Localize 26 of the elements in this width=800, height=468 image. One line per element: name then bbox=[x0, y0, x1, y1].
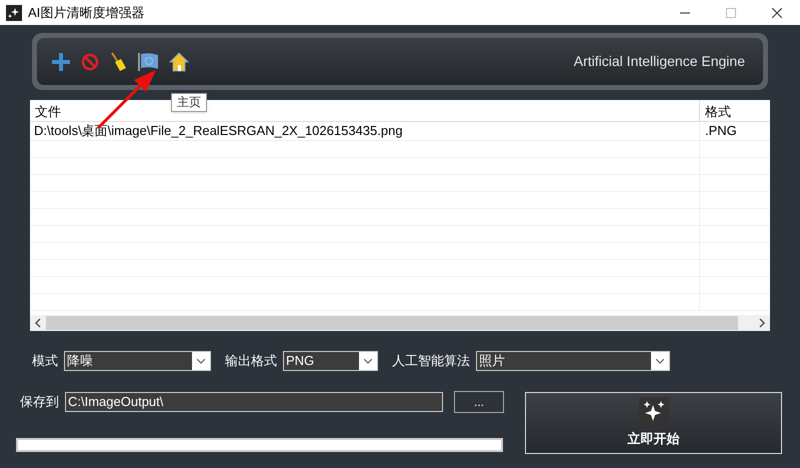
column-header[interactable]: 格式 bbox=[700, 100, 770, 121]
home-icon[interactable] bbox=[169, 52, 189, 72]
app-icon bbox=[6, 4, 22, 20]
option-label: 人工智能算法 bbox=[392, 352, 470, 370]
scrollbar-thumb[interactable] bbox=[46, 316, 738, 330]
flag-icon[interactable] bbox=[137, 52, 159, 72]
dropdown[interactable]: PNG bbox=[283, 351, 378, 371]
option-label: 输出格式 bbox=[225, 352, 277, 370]
dropdown[interactable]: 照片 bbox=[476, 351, 670, 371]
dropdown[interactable]: 降噪 bbox=[64, 351, 211, 371]
chevron-down-icon bbox=[656, 358, 664, 364]
window-title: AI图片清晰度增强器 bbox=[28, 4, 144, 22]
horizontal-scrollbar[interactable] bbox=[30, 315, 770, 331]
chevron-down-icon bbox=[197, 358, 205, 364]
option-label: 模式 bbox=[32, 352, 58, 370]
start-button[interactable]: 立即开始 bbox=[525, 392, 782, 454]
output-path-field[interactable]: C:\ImageOutput\ bbox=[65, 392, 443, 412]
engine-label: Artificial Intelligence Engine bbox=[574, 52, 745, 71]
save-label: 保存到 bbox=[20, 393, 59, 412]
add-icon[interactable] bbox=[51, 52, 71, 72]
tooltip: 主页 bbox=[171, 93, 207, 112]
prohibited-icon[interactable] bbox=[81, 52, 99, 70]
broom-icon[interactable] bbox=[109, 52, 127, 72]
browse-button[interactable]: ... bbox=[454, 391, 504, 413]
chevron-down-icon bbox=[364, 358, 372, 364]
table-cell-text: .PNG bbox=[704, 122, 738, 140]
